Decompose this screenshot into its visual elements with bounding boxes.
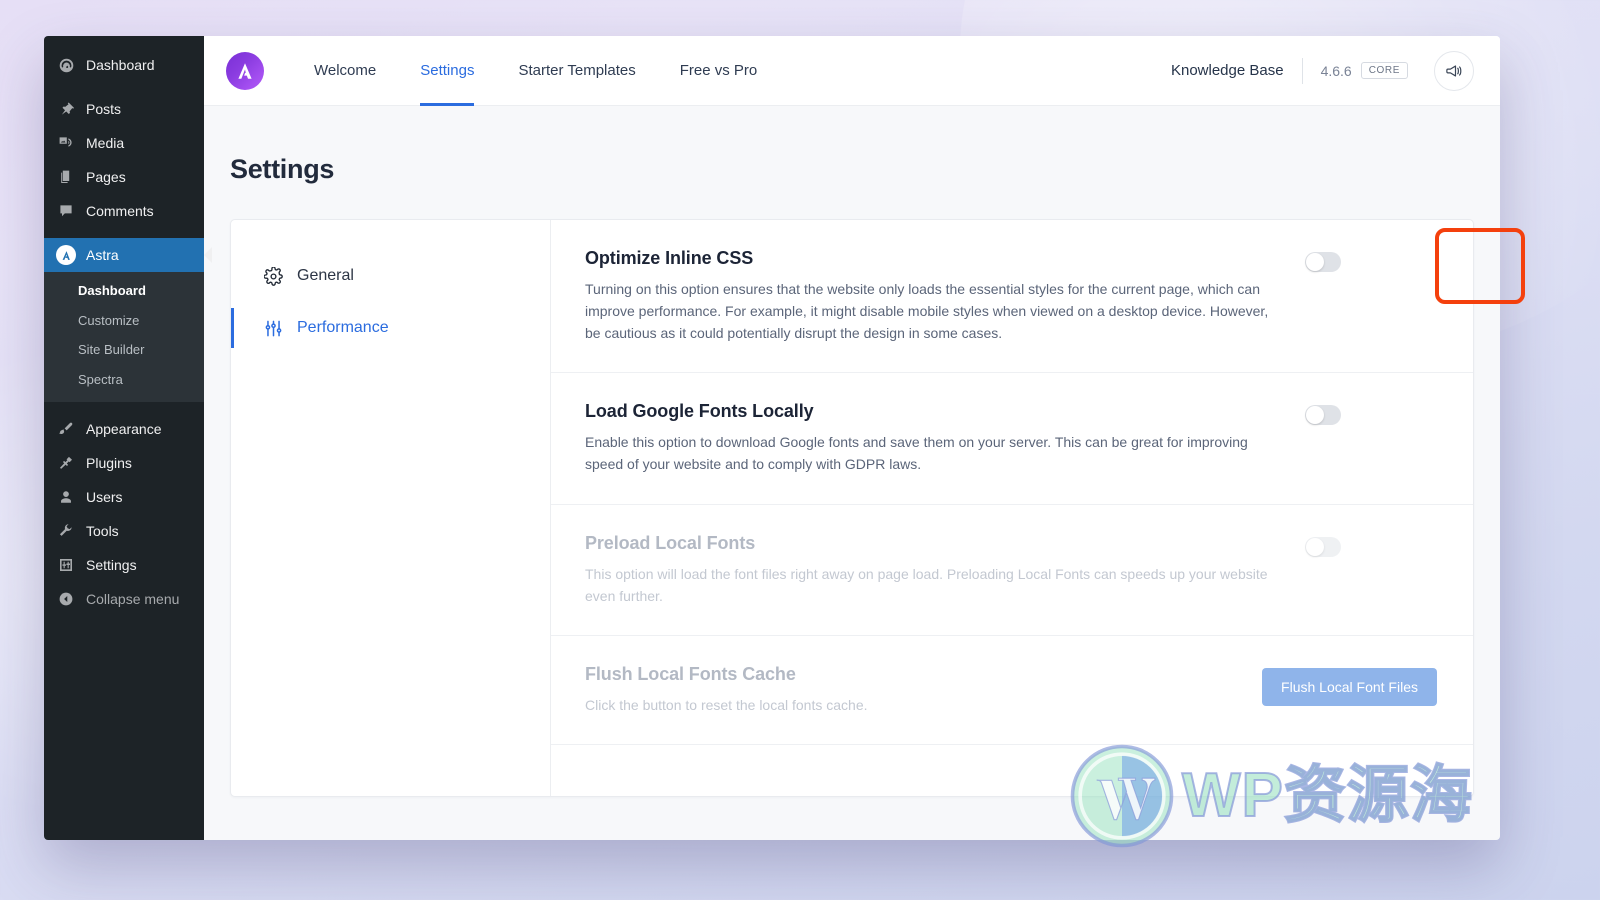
sliders-icon	[263, 318, 283, 338]
sidebar-item-label: Users	[86, 489, 123, 505]
sidebar-item-label: Comments	[86, 203, 154, 219]
setting-description: Enable this option to download Google fo…	[585, 434, 1248, 473]
version-group: 4.6.6 CORE	[1303, 62, 1426, 79]
pin-icon	[56, 99, 76, 119]
setting-control: Flush Local Font Files	[1262, 664, 1437, 706]
submenu-item-site-builder[interactable]: Site Builder	[44, 335, 204, 365]
astra-topbar: Welcome Settings Starter Templates Free …	[204, 36, 1500, 106]
toggle-preload-local-fonts[interactable]	[1305, 536, 1341, 557]
sidebar-item-label: Pages	[86, 169, 126, 185]
sidebar-item-comments[interactable]: Comments	[44, 194, 204, 228]
plug-icon	[56, 453, 76, 473]
megaphone-icon[interactable]	[1434, 50, 1474, 91]
submenu-item-spectra[interactable]: Spectra	[44, 365, 204, 395]
settings-menu-item-general[interactable]: General	[231, 250, 550, 302]
setting-title: Load Google Fonts Locally	[585, 401, 814, 422]
astra-icon	[56, 245, 76, 265]
sidebar-item-appearance[interactable]: Appearance	[44, 412, 204, 446]
sidebar-item-posts[interactable]: Posts	[44, 92, 204, 126]
setting-text: Load Google Fonts Locally Enable this op…	[585, 401, 1285, 475]
setting-row-optimize-inline-css: Optimize Inline CSS Turning on this opti…	[551, 220, 1473, 374]
setting-control	[1305, 248, 1341, 272]
collapse-menu-label: Collapse menu	[86, 591, 180, 607]
browser-app-window: Dashboard Posts Media Pages Comments Ast…	[44, 36, 1500, 840]
media-icon	[56, 133, 76, 153]
setting-title: Optimize Inline CSS	[585, 248, 754, 268]
toggle-knob	[1306, 537, 1324, 556]
astra-submenu: Dashboard Customize Site Builder Spectra	[44, 272, 204, 402]
toggle-optimize-inline-css[interactable]	[1305, 252, 1341, 272]
setting-text: Preload Local Fonts This option will loa…	[585, 533, 1285, 607]
tab-welcome[interactable]: Welcome	[292, 36, 398, 106]
wp-admin-sidebar: Dashboard Posts Media Pages Comments Ast…	[44, 36, 204, 840]
sidebar-item-label: Media	[86, 135, 125, 151]
sliders-icon	[56, 555, 76, 575]
settings-menu-item-performance[interactable]: Performance	[231, 302, 550, 354]
setting-title: Preload Local Fonts	[585, 532, 756, 553]
page-title: Settings	[230, 154, 335, 184]
brush-icon	[56, 419, 76, 439]
setting-description: Click the button to reset the local font…	[585, 696, 868, 713]
setting-row-flush-local-fonts-cache: Flush Local Fonts Cache Click the button…	[551, 636, 1473, 745]
tab-starter-templates[interactable]: Starter Templates	[496, 36, 657, 106]
setting-row-load-google-fonts-locally: Load Google Fonts Locally Enable this op…	[551, 373, 1473, 505]
toggle-knob	[1306, 406, 1324, 425]
settings-rows: Optimize Inline CSS Turning on this opti…	[551, 220, 1473, 796]
setting-control	[1305, 533, 1341, 557]
setting-description: Turning on this option ensures that the …	[585, 281, 1269, 342]
tab-settings[interactable]: Settings	[398, 36, 496, 106]
sidebar-item-label: Astra	[86, 247, 119, 263]
edition-badge: CORE	[1360, 62, 1408, 79]
sidebar-item-tools[interactable]: Tools	[44, 514, 204, 548]
comment-icon	[56, 201, 76, 221]
setting-description: This option will load the font files rig…	[585, 565, 1268, 604]
sidebar-item-label: Posts	[86, 101, 122, 117]
sidebar-item-settings[interactable]: Settings	[44, 548, 204, 582]
dashboard-icon	[56, 55, 76, 75]
setting-text: Flush Local Fonts Cache Click the button…	[585, 664, 1242, 716]
sidebar-item-label: Dashboard	[86, 57, 155, 73]
user-icon	[56, 487, 76, 507]
settings-menu-label: Performance	[297, 319, 389, 336]
submenu-item-customize[interactable]: Customize	[44, 306, 204, 336]
setting-control	[1305, 401, 1341, 426]
gear-icon	[263, 266, 283, 286]
sidebar-item-label: Settings	[86, 557, 137, 573]
version-number: 4.6.6	[1320, 62, 1352, 79]
setting-row-preload-local-fonts: Preload Local Fonts This option will loa…	[551, 505, 1473, 636]
settings-menu-label: General	[297, 267, 354, 284]
flush-local-font-files-button[interactable]: Flush Local Font Files	[1262, 667, 1437, 706]
setting-text: Optimize Inline CSS Turning on this opti…	[585, 248, 1285, 344]
sidebar-item-plugins[interactable]: Plugins	[44, 446, 204, 480]
pages-icon	[56, 167, 76, 187]
sidebar-item-label: Appearance	[86, 421, 162, 437]
settings-section-menu: General Performance	[231, 220, 551, 796]
astra-logo-icon	[226, 51, 264, 90]
topbar-right-group: Knowledge Base 4.6.6 CORE	[1171, 50, 1474, 91]
sidebar-item-label: Tools	[86, 523, 119, 539]
sidebar-item-dashboard[interactable]: Dashboard	[44, 48, 204, 82]
settings-content-area: Settings General Performance Optimize In…	[204, 106, 1500, 840]
sidebar-item-users[interactable]: Users	[44, 480, 204, 514]
setting-title: Flush Local Fonts Cache	[585, 663, 796, 684]
tab-free-vs-pro[interactable]: Free vs Pro	[658, 36, 780, 106]
wrench-icon	[56, 521, 76, 541]
toggle-knob	[1306, 253, 1324, 271]
sidebar-item-label: Plugins	[86, 455, 132, 471]
collapse-menu-button[interactable]: Collapse menu	[44, 582, 204, 616]
knowledge-base-link[interactable]: Knowledge Base	[1171, 62, 1302, 79]
astra-tab-bar: Welcome Settings Starter Templates Free …	[292, 36, 779, 106]
toggle-load-google-fonts-locally[interactable]	[1305, 405, 1341, 426]
sidebar-item-media[interactable]: Media	[44, 126, 204, 160]
submenu-item-dashboard[interactable]: Dashboard	[44, 276, 204, 306]
sidebar-item-pages[interactable]: Pages	[44, 160, 204, 194]
chevron-left-circle-icon	[56, 589, 76, 609]
settings-card: General Performance Optimize Inline CSS …	[230, 219, 1474, 797]
sidebar-item-astra[interactable]: Astra	[44, 238, 204, 272]
astra-main-pane: Welcome Settings Starter Templates Free …	[204, 36, 1500, 840]
